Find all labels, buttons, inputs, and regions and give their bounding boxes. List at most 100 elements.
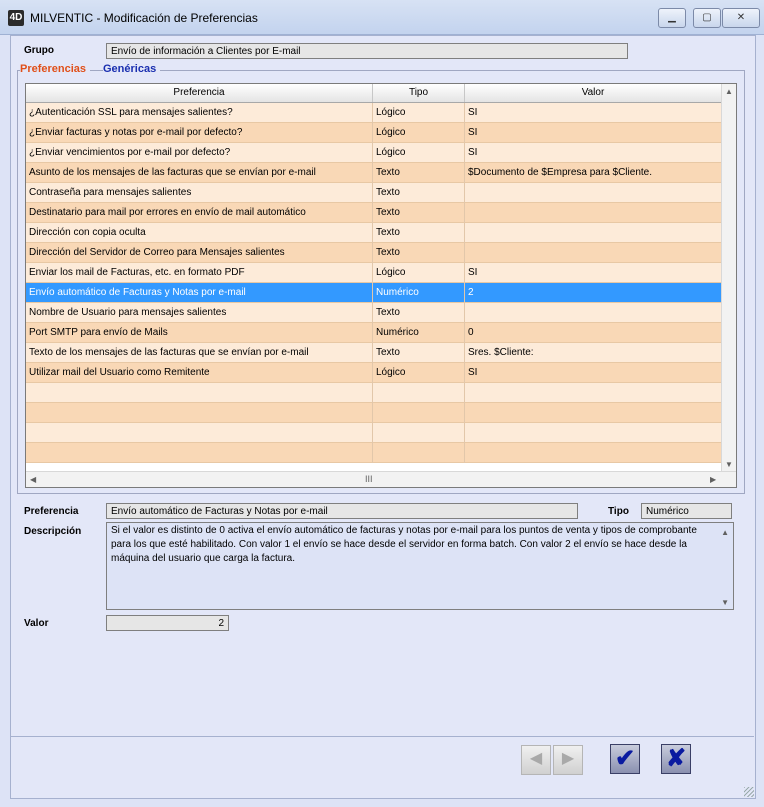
cell-preferencia[interactable]: Asunto de los mensajes de las facturas q… bbox=[26, 163, 373, 183]
cell-preferencia[interactable]: ¿Enviar vencimientos por e-mail por defe… bbox=[26, 143, 373, 163]
horizontal-scrollbar[interactable]: ◀ III ▶ bbox=[26, 471, 736, 487]
cell-valor[interactable]: SI bbox=[465, 263, 722, 283]
scroll-grip-icon[interactable]: III bbox=[365, 474, 373, 484]
cell-tipo[interactable]: Texto bbox=[373, 163, 465, 183]
cell-valor[interactable] bbox=[465, 303, 722, 323]
grupo-field[interactable]: Envío de información a Clientes por E-ma… bbox=[106, 43, 628, 59]
cell-tipo[interactable]: Texto bbox=[373, 243, 465, 263]
desc-scroll-down-icon[interactable]: ▼ bbox=[721, 596, 729, 610]
table-row[interactable] bbox=[26, 383, 722, 403]
cell-preferencia[interactable]: Utilizar mail del Usuario como Remitente bbox=[26, 363, 373, 383]
cell-preferencia[interactable]: Enviar los mail de Facturas, etc. en for… bbox=[26, 263, 373, 283]
cell-preferencia[interactable]: ¿Autenticación SSL para mensajes salient… bbox=[26, 103, 373, 123]
cell-preferencia[interactable]: Envío automático de Facturas y Notas por… bbox=[26, 283, 373, 303]
table-row[interactable] bbox=[26, 423, 722, 443]
maximize-button[interactable]: ▢ bbox=[693, 8, 721, 28]
table-row[interactable]: Enviar los mail de Facturas, etc. en for… bbox=[26, 263, 722, 283]
table-row[interactable]: ¿Enviar facturas y notas por e-mail por … bbox=[26, 123, 722, 143]
scroll-up-icon[interactable]: ▲ bbox=[725, 87, 733, 96]
cell-preferencia[interactable]: Contraseña para mensajes salientes bbox=[26, 183, 373, 203]
accept-button[interactable]: ✔ bbox=[610, 744, 640, 774]
table-row[interactable]: Dirección del Servidor de Correo para Me… bbox=[26, 243, 722, 263]
scroll-right-icon[interactable]: ▶ bbox=[710, 475, 716, 484]
cell-preferencia[interactable]: Port SMTP para envío de Mails bbox=[26, 323, 373, 343]
preferences-grid[interactable]: Preferencia Tipo Valor ¿Autenticación SS… bbox=[25, 83, 737, 488]
cell-valor[interactable] bbox=[465, 383, 722, 403]
cell-tipo[interactable] bbox=[373, 383, 465, 403]
app-icon: 4D bbox=[8, 10, 24, 26]
cell-tipo[interactable]: Texto bbox=[373, 303, 465, 323]
cell-valor[interactable] bbox=[465, 403, 722, 423]
descripcion-textarea[interactable]: Si el valor es distinto de 0 activa el e… bbox=[106, 522, 734, 610]
tab-preferencias[interactable]: Preferencias bbox=[20, 63, 91, 75]
scroll-left-icon[interactable]: ◀ bbox=[30, 475, 36, 484]
cell-tipo[interactable] bbox=[373, 443, 465, 463]
column-header-valor[interactable]: Valor bbox=[465, 84, 722, 102]
cell-preferencia[interactable]: Nombre de Usuario para mensajes saliente… bbox=[26, 303, 373, 323]
cell-valor[interactable] bbox=[465, 223, 722, 243]
cancel-button[interactable]: ✘ bbox=[661, 744, 691, 774]
desc-scroll-up-icon[interactable]: ▲ bbox=[721, 526, 729, 540]
valor-field[interactable]: 2 bbox=[106, 615, 229, 631]
cell-preferencia[interactable]: Texto de los mensajes de las facturas qu… bbox=[26, 343, 373, 363]
table-row[interactable]: Dirección con copia oculta Texto bbox=[26, 223, 722, 243]
cell-preferencia[interactable] bbox=[26, 423, 373, 443]
table-row[interactable]: Nombre de Usuario para mensajes saliente… bbox=[26, 303, 722, 323]
cell-valor[interactable] bbox=[465, 243, 722, 263]
tab-genericas[interactable]: Genéricas bbox=[103, 63, 161, 75]
cell-preferencia[interactable]: Dirección con copia oculta bbox=[26, 223, 373, 243]
cell-valor[interactable]: Sres. $Cliente: bbox=[465, 343, 722, 363]
table-row[interactable] bbox=[26, 443, 722, 463]
table-row[interactable]: ¿Autenticación SSL para mensajes salient… bbox=[26, 103, 722, 123]
cell-preferencia[interactable]: ¿Enviar facturas y notas por e-mail por … bbox=[26, 123, 373, 143]
cell-valor[interactable]: SI bbox=[465, 123, 722, 143]
cell-tipo[interactable]: Texto bbox=[373, 343, 465, 363]
column-header-preferencia[interactable]: Preferencia bbox=[26, 84, 373, 102]
table-row[interactable]: Destinatario para mail por errores en en… bbox=[26, 203, 722, 223]
cell-tipo[interactable]: Texto bbox=[373, 203, 465, 223]
close-button[interactable]: ✕ bbox=[722, 8, 760, 28]
cell-tipo[interactable]: Lógico bbox=[373, 123, 465, 143]
cell-tipo[interactable]: Numérico bbox=[373, 323, 465, 343]
cell-valor[interactable] bbox=[465, 443, 722, 463]
resize-grip-icon[interactable] bbox=[744, 787, 754, 797]
window-title: MILVENTIC - Modificación de Preferencias bbox=[30, 11, 258, 25]
table-row[interactable] bbox=[26, 403, 722, 423]
cell-tipo[interactable]: Lógico bbox=[373, 103, 465, 123]
cell-preferencia[interactable] bbox=[26, 443, 373, 463]
minimize-button[interactable]: ▁ bbox=[658, 8, 686, 28]
cell-preferencia[interactable]: Dirección del Servidor de Correo para Me… bbox=[26, 243, 373, 263]
cell-valor[interactable] bbox=[465, 423, 722, 443]
cell-tipo[interactable]: Texto bbox=[373, 183, 465, 203]
table-row[interactable]: Asunto de los mensajes de las facturas q… bbox=[26, 163, 722, 183]
cell-preferencia[interactable] bbox=[26, 403, 373, 423]
cell-valor[interactable] bbox=[465, 183, 722, 203]
table-row[interactable]: ¿Enviar vencimientos por e-mail por defe… bbox=[26, 143, 722, 163]
cell-tipo[interactable]: Numérico bbox=[373, 283, 465, 303]
next-arrow-button[interactable]: ▶ bbox=[553, 745, 583, 775]
scroll-down-icon[interactable]: ▼ bbox=[725, 460, 733, 469]
cell-valor[interactable]: SI bbox=[465, 143, 722, 163]
cell-valor[interactable] bbox=[465, 203, 722, 223]
cell-tipo[interactable]: Lógico bbox=[373, 363, 465, 383]
table-row[interactable]: Port SMTP para envío de Mails Numérico 0 bbox=[26, 323, 722, 343]
table-row[interactable]: Texto de los mensajes de las facturas qu… bbox=[26, 343, 722, 363]
cell-valor[interactable]: SI bbox=[465, 363, 722, 383]
table-row[interactable]: Envío automático de Facturas y Notas por… bbox=[26, 283, 722, 303]
table-row[interactable]: Contraseña para mensajes salientes Texto bbox=[26, 183, 722, 203]
cell-valor[interactable]: SI bbox=[465, 103, 722, 123]
cell-preferencia[interactable] bbox=[26, 383, 373, 403]
vertical-scrollbar[interactable]: ▲ ▼ bbox=[721, 84, 736, 472]
cell-valor[interactable]: 2 bbox=[465, 283, 722, 303]
cell-tipo[interactable] bbox=[373, 423, 465, 443]
cell-valor[interactable]: $Documento de $Empresa para $Cliente. bbox=[465, 163, 722, 183]
cell-tipo[interactable]: Texto bbox=[373, 223, 465, 243]
prev-arrow-button[interactable]: ◀ bbox=[521, 745, 551, 775]
column-header-tipo[interactable]: Tipo bbox=[373, 84, 465, 102]
cell-tipo[interactable]: Lógico bbox=[373, 143, 465, 163]
cell-tipo[interactable]: Lógico bbox=[373, 263, 465, 283]
cell-preferencia[interactable]: Destinatario para mail por errores en en… bbox=[26, 203, 373, 223]
table-row[interactable]: Utilizar mail del Usuario como Remitente… bbox=[26, 363, 722, 383]
cell-tipo[interactable] bbox=[373, 403, 465, 423]
cell-valor[interactable]: 0 bbox=[465, 323, 722, 343]
